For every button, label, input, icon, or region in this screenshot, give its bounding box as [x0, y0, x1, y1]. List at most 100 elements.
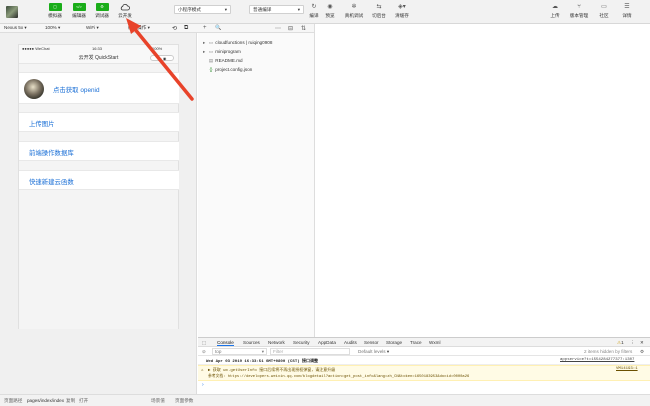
db-row[interactable]: 前端操作数据库 — [19, 141, 179, 161]
tree-item-project-config[interactable]: {} project.config.json — [203, 67, 252, 72]
prompt-icon: › — [202, 382, 204, 388]
debugger-icon: ⚙ — [95, 3, 109, 11]
carrier-label: ●●●●● WeChat — [22, 46, 50, 51]
folder-icon: ▭ — [208, 49, 214, 54]
zoom-select[interactable]: 100% ▾ — [45, 25, 60, 31]
upload-row[interactable]: 上传图片 — [19, 112, 179, 132]
user-photo — [24, 79, 44, 99]
tree-item-miniprogram[interactable]: ▸ ▭ miniprogram — [203, 49, 241, 55]
upload-button[interactable]: ☁ 上传 — [545, 3, 565, 19]
popout-icon[interactable]: ⧉ — [184, 25, 188, 32]
func-link[interactable]: 快速新建云函数 — [29, 177, 74, 186]
scene-label[interactable]: 场景值 — [151, 398, 165, 404]
tab-sources[interactable]: Sources — [243, 340, 260, 345]
db-link[interactable]: 前端操作数据库 — [29, 148, 74, 157]
upload-label: 上传 — [550, 13, 560, 18]
editor-icon: </> — [72, 3, 86, 11]
tree-item-readme[interactable]: ▤ README.md — [203, 58, 243, 64]
capsule-button[interactable]: ••• ◉ — [150, 55, 174, 61]
tab-security[interactable]: Security — [293, 340, 310, 345]
open-link[interactable]: 打开 — [79, 398, 88, 404]
settings-gear-icon[interactable]: ⚙ — [640, 349, 644, 355]
page-path-value: pages/index/index — [27, 398, 65, 403]
page-title: 云开发 QuickStart — [78, 55, 119, 61]
file-icon: ▤ — [208, 58, 214, 63]
version-button[interactable]: ⑂ 版本管理 — [569, 3, 589, 19]
debugger-button[interactable]: ⚙ 调试器 — [90, 3, 114, 19]
mode-select[interactable]: 小程序模式 ▾ — [174, 5, 231, 14]
cloud-dev-button[interactable]: 云开发 — [113, 3, 137, 19]
filter-input[interactable]: Filter — [270, 348, 350, 355]
page-params-label[interactable]: 页面参数 — [175, 398, 193, 404]
editor-button[interactable]: </> 编辑器 — [67, 3, 91, 19]
tab-network[interactable]: Network — [268, 340, 285, 345]
console-warning-row: ⚠ ▶ 获取 wx.getUserInfo 接口后续将不再出现授权弹窗，请注意升… — [198, 365, 650, 381]
tab-storage[interactable]: Storage — [386, 340, 402, 345]
tab-wxml[interactable]: Wxml — [429, 340, 440, 345]
warning-doc-link[interactable]: 参考文档: https://developers.weixin.qq.com/b… — [208, 374, 469, 379]
openid-link[interactable]: 点击获取 openid — [53, 85, 100, 94]
version-label: 版本管理 — [569, 13, 589, 18]
simulator-label: 模拟器 — [48, 13, 62, 18]
search-icon[interactable]: 🔍 — [215, 25, 221, 31]
file-tree-toolbar: + 🔍 ⋯ ⊟ ⇅ — [198, 24, 315, 33]
add-icon[interactable]: + — [203, 25, 207, 31]
console-prompt[interactable]: › — [198, 381, 650, 389]
bug-icon: ✲ — [351, 4, 357, 10]
chevron-down-icon: ▾ — [297, 7, 300, 12]
warning-message[interactable]: ▶ 获取 wx.getUserInfo 接口后续将不再出现授权弹窗，请注意升级 — [208, 367, 335, 373]
chevron-down-icon: ▾ — [224, 7, 227, 12]
warning-source-link[interactable]: VM14193:1 — [616, 367, 638, 371]
phone-nav-bar: 云开发 QuickStart ••• ◉ — [19, 53, 178, 64]
preview-button[interactable]: ◉ 预览 — [320, 3, 340, 19]
details-label: 详情 — [622, 13, 632, 18]
clear-cache-button[interactable]: ◈▾ 清缓存 — [392, 3, 412, 19]
tab-audits[interactable]: Audits — [344, 340, 357, 345]
context-select[interactable]: top ▾ — [212, 348, 267, 355]
levels-select[interactable]: Default levels ▾ — [358, 349, 389, 355]
warning-icon: ⚠ — [201, 369, 204, 373]
clear-console-icon[interactable]: ⊘ — [202, 349, 206, 355]
community-button[interactable]: ▭ 社区 — [594, 3, 614, 19]
network-select[interactable]: WiFi ▾ — [86, 25, 99, 31]
branch-icon: ⑂ — [577, 4, 581, 10]
inspect-icon[interactable]: ⬚ — [202, 340, 206, 346]
compile-select[interactable]: 普通编译 ▾ — [249, 5, 304, 14]
more-vert-icon[interactable]: ⋮ — [630, 340, 635, 346]
split-icon[interactable]: ⇅ — [301, 25, 306, 32]
tree-item-cloudfunctions[interactable]: ▸ ▭ cloudfunctions | ruiqing0908 — [203, 40, 272, 46]
page-path-label: 页面路径 — [4, 398, 23, 403]
details-button[interactable]: ☰ 详情 — [617, 3, 637, 19]
time-label: 16:33 — [92, 46, 103, 51]
tab-sensor[interactable]: Sensor — [364, 340, 379, 345]
collapse-icon[interactable]: ⊟ — [288, 25, 293, 32]
eye-icon: ◉ — [327, 4, 333, 10]
log-message: Wed Apr 03 2019 16:33:51 GMT+0800 (CST) … — [206, 360, 319, 364]
devtools-tabs: ⬚ Console Sources Network Security AppDa… — [198, 338, 650, 347]
tab-appdata[interactable]: AppData — [318, 340, 336, 345]
status-footer: 页面路径 pages/index/index 复制 打开 场景值 页面参数 — [0, 394, 650, 406]
func-row[interactable]: 快速新建云函数 — [19, 170, 179, 190]
clear-cache-label: 清缓存 — [395, 13, 409, 18]
tab-trace[interactable]: Trace — [410, 340, 422, 345]
openid-row[interactable]: 点击获取 openid — [19, 72, 179, 104]
chat-icon: ▭ — [601, 4, 607, 10]
console-filter-bar: ⊘ top ▾ Filter Default levels ▾ 2 items h… — [198, 347, 650, 356]
simulator-button[interactable]: ▢ 模拟器 — [43, 3, 67, 19]
user-avatar[interactable] — [6, 6, 18, 18]
rotate-icon[interactable]: ⟲ — [172, 25, 177, 32]
log-source-link[interactable]: appservice?t=1554284277377:1307 — [560, 358, 634, 362]
simulate-ops-select[interactable]: 模拟操作 ▾ — [128, 25, 150, 31]
tab-console[interactable]: Console — [217, 340, 234, 346]
tree-item-label: cloudfunctions | ruiqing0908 — [215, 40, 273, 45]
copy-link[interactable]: 复制 — [66, 398, 75, 404]
background-button[interactable]: ⇆ 切后台 — [369, 3, 389, 19]
console-log-row: Wed Apr 03 2019 16:33:51 GMT+0800 (CST) … — [198, 356, 650, 365]
more-icon[interactable]: ⋯ — [275, 25, 281, 32]
real-debug-button[interactable]: ✲ 真机调试 — [344, 3, 364, 19]
warning-icon[interactable]: ⚠1 — [617, 340, 624, 346]
close-icon[interactable]: ✕ — [640, 340, 644, 346]
upload-link[interactable]: 上传图片 — [29, 119, 55, 128]
file-tree: ▸ ▭ cloudfunctions | ruiqing0908 ▸ ▭ minip… — [198, 33, 315, 337]
device-select[interactable]: Nexus 5x ▾ — [4, 25, 27, 31]
